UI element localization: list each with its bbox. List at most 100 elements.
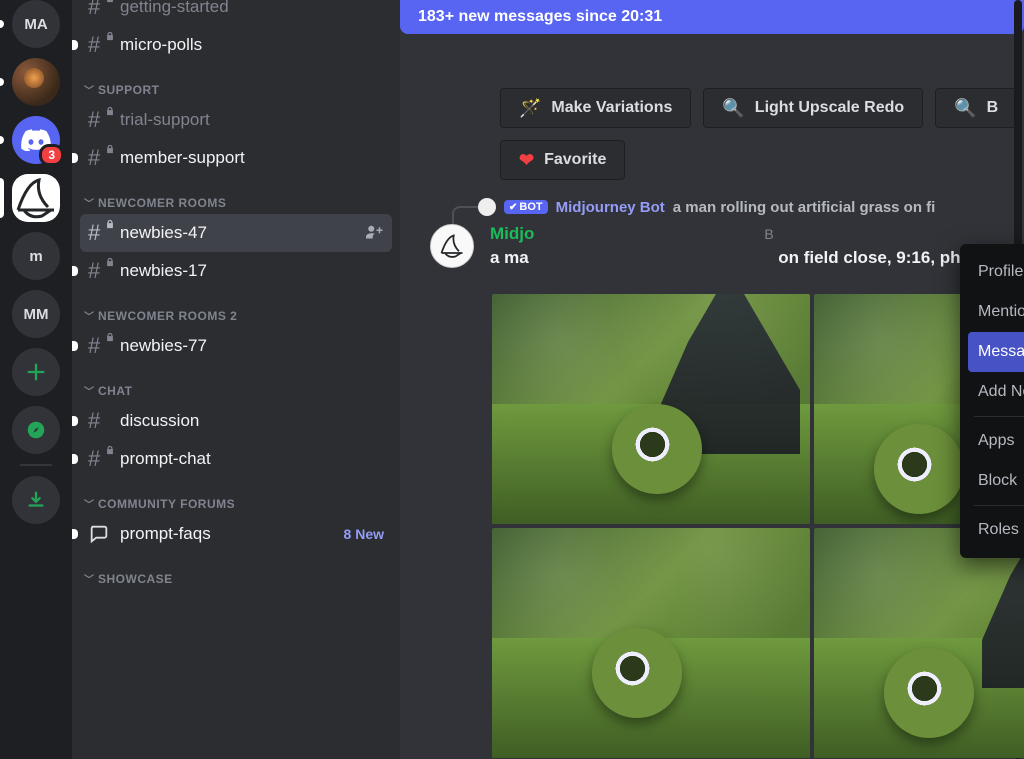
ctx-label: Add Note (978, 383, 1024, 401)
category-newcomer2[interactable]: ᠎﹀NEWCOMER ROOMS 2 (80, 290, 392, 327)
ctx-separator (974, 416, 1024, 417)
app-root: MA 3 m MM (0, 0, 1024, 759)
channel-newbies-17[interactable]: # newbies-17 (80, 252, 392, 290)
category-label: NEWCOMER ROOMS 2 (98, 309, 237, 323)
category-label: COMMUNITY FORUMS (98, 497, 235, 511)
ctx-label: Message (978, 343, 1024, 361)
image-grid[interactable] (492, 294, 1024, 758)
chevron-down-icon: ᠎﹀ (84, 571, 94, 586)
category-support[interactable]: ᠎﹀SUPPORT (80, 64, 392, 101)
create-invite-icon[interactable] (366, 222, 384, 245)
server-mm[interactable]: MM (12, 290, 60, 338)
ctx-profile[interactable]: Profile (968, 252, 1024, 292)
channel-prompt-chat[interactable]: # prompt-chat (80, 440, 392, 478)
message-username[interactable]: Midjo (490, 224, 534, 244)
ctx-label: Apps (978, 432, 1014, 450)
reply-avatar (478, 198, 496, 216)
category-label: CHAT (98, 384, 132, 398)
hash-lock-icon: # (88, 32, 110, 58)
server-midjourney[interactable] (12, 174, 60, 222)
hash-lock-icon: # (88, 446, 110, 472)
new-messages-bar[interactable]: 183+ new messages since 20:31 (400, 0, 1024, 34)
message-action-row-1: 🪄 Make Variations 🔍 Light Upscale Redo 🔍… (500, 88, 1024, 128)
ctx-block[interactable]: Block (968, 461, 1024, 501)
ctx-label: Mention (978, 303, 1024, 321)
download-icon (25, 489, 47, 511)
channel-sidebar: # getting-started # micro-polls ᠎﹀SUPPOR… (72, 0, 400, 759)
reply-username[interactable]: Midjourney Bot (556, 199, 665, 216)
category-showcase[interactable]: ᠎﹀ SHOWCASE (80, 553, 392, 590)
ctx-apps[interactable]: Apps› (968, 421, 1024, 461)
channel-prompt-faqs[interactable]: prompt-faqs 8 New (80, 515, 392, 553)
forum-icon (88, 523, 110, 545)
make-variations-button[interactable]: 🪄 Make Variations (500, 88, 691, 128)
prompt-prefix: a ma (490, 248, 529, 267)
category-newcomer[interactable]: ᠎﹀NEWCOMER ROOMS (80, 177, 392, 214)
message-header: Midjo B (490, 224, 1024, 244)
channel-label: getting-started (120, 0, 229, 17)
category-label: SHOWCASE (98, 572, 173, 586)
compass-icon (25, 419, 47, 441)
reply-text: a man rolling out artificial grass on fi (673, 199, 936, 216)
message-body: Midjo B a ma on field close, 9:16, ph (490, 224, 1024, 268)
channel-scroll[interactable]: # getting-started # micro-polls ᠎﹀SUPPOR… (72, 0, 400, 759)
hash-lock-icon: # (88, 220, 110, 246)
reply-reference[interactable]: ✔BOT Midjourney Bot a man rolling out ar… (478, 198, 1024, 216)
chat-main: 183+ new messages since 20:31 🪄 Make Var… (400, 0, 1024, 759)
ctx-separator (974, 505, 1024, 506)
channel-getting-started[interactable]: # getting-started (80, 0, 392, 26)
channel-newbies-77[interactable]: # newbies-77 (80, 327, 392, 365)
channel-label: newbies-47 (120, 223, 207, 243)
server-avatar-art[interactable] (12, 58, 60, 106)
channel-label: micro-polls (120, 35, 202, 55)
image-tile-1[interactable] (492, 294, 810, 524)
button-label: Favorite (544, 151, 606, 169)
category-forums[interactable]: ᠎﹀COMMUNITY FORUMS (80, 478, 392, 515)
server-m[interactable]: m (12, 232, 60, 280)
server-ma[interactable]: MA (12, 0, 60, 48)
message-avatar[interactable] (430, 224, 474, 268)
new-messages-text: 183+ new messages since 20:31 (418, 8, 662, 26)
pill-indicator (0, 78, 4, 86)
image-tile-4[interactable] (814, 528, 1024, 758)
favorite-button[interactable]: ❤ Favorite (500, 140, 625, 180)
heart-icon: ❤ (519, 150, 534, 171)
server-initials: MA (24, 16, 47, 33)
message-timestamp: B (764, 226, 773, 242)
channel-label: prompt-faqs (120, 524, 211, 544)
explore-button[interactable] (12, 406, 60, 454)
add-server-button[interactable] (12, 348, 60, 396)
channel-trial-support[interactable]: # trial-support (80, 101, 392, 139)
chevron-down-icon: ᠎﹀ (84, 82, 94, 97)
channel-member-support[interactable]: # member-support (80, 139, 392, 177)
channel-discussion[interactable]: # discussion (80, 402, 392, 440)
channel-micro-polls[interactable]: # micro-polls (80, 26, 392, 64)
button-label: Light Upscale Redo (755, 99, 904, 117)
wand-icon: 🪄 (519, 98, 541, 119)
category-chat[interactable]: ᠎﹀CHAT (80, 365, 392, 402)
channel-label: member-support (120, 148, 245, 168)
image-tile-3[interactable] (492, 528, 810, 758)
channel-label: prompt-chat (120, 449, 211, 469)
server-initials: m (29, 248, 42, 265)
download-apps-button[interactable] (12, 476, 60, 524)
b-button-partial[interactable]: 🔍 B (935, 88, 1017, 128)
ctx-mention[interactable]: Mention (968, 292, 1024, 332)
hash-lock-icon: # (88, 107, 110, 133)
light-upscale-button[interactable]: 🔍 Light Upscale Redo (703, 88, 923, 128)
sailboat-icon (438, 232, 466, 260)
ctx-label: Profile (978, 263, 1023, 281)
server-badge: 3 (39, 144, 64, 166)
channel-label: newbies-17 (120, 261, 207, 281)
magnifier-icon: 🔍 (954, 98, 976, 119)
server-ai[interactable]: 3 (12, 116, 60, 164)
message-action-row-2: ❤ Favorite (500, 140, 1024, 180)
ctx-add-note[interactable]: Add Note (968, 372, 1024, 412)
ctx-message[interactable]: Message (968, 332, 1024, 372)
channel-newbies-47[interactable]: # newbies-47 (80, 214, 392, 252)
channel-label: discussion (120, 411, 199, 431)
ctx-roles[interactable]: Roles› (968, 510, 1024, 550)
reply-spine-icon (452, 206, 478, 224)
pill-indicator (0, 136, 4, 144)
hash-lock-icon: # (88, 145, 110, 171)
